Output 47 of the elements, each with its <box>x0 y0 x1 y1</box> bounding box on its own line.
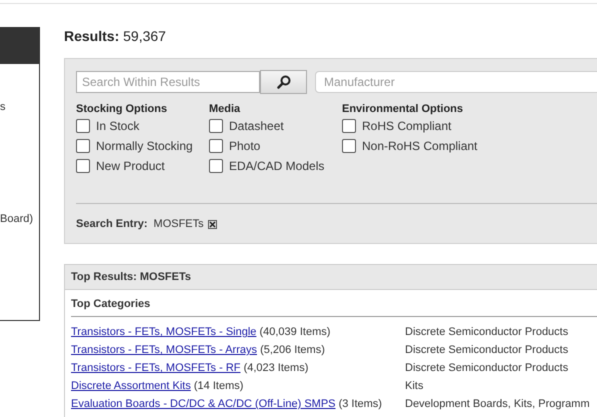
checkbox[interactable] <box>342 139 356 153</box>
checkbox-label[interactable]: Non-RoHS Compliant <box>362 139 478 153</box>
search-button[interactable] <box>260 70 307 94</box>
checkbox[interactable] <box>342 119 356 133</box>
checkbox[interactable] <box>76 139 90 153</box>
top-results-title: Top Results: MOSFETs <box>71 271 191 283</box>
search-icon <box>276 75 290 89</box>
item-count: (40,039 Items) <box>259 326 330 338</box>
category-link[interactable]: Discrete Assortment Kits <box>71 380 191 392</box>
parent-category: Discrete Semiconductor Products <box>405 344 568 356</box>
checkbox-label[interactable]: Normally Stocking <box>96 139 193 153</box>
parent-category: Discrete Semiconductor Products <box>405 326 568 338</box>
checkbox[interactable] <box>209 159 223 173</box>
section-title: Top Categories <box>71 298 150 310</box>
category-link[interactable]: Transistors - FETs, MOSFETs - Arrays <box>71 344 257 356</box>
category-link[interactable]: Evaluation Boards - DC/DC & AC/DC (Off-Line) SMPS <box>71 398 336 410</box>
parent-category: Discrete Semiconductor Products <box>405 362 568 374</box>
checkbox-label[interactable]: Datasheet <box>229 119 284 133</box>
checkbox-label[interactable]: Photo <box>229 139 260 153</box>
results-label: Results: <box>64 28 120 44</box>
checkbox-label[interactable]: RoHS Compliant <box>362 119 452 133</box>
sidebar-text[interactable]: s <box>0 101 39 113</box>
filter-group-title: Stocking Options <box>76 102 168 116</box>
item-count: (3 Items) <box>338 398 382 410</box>
checkbox[interactable] <box>76 159 90 173</box>
checkbox[interactable] <box>76 119 90 133</box>
checkbox-label[interactable]: In Stock <box>96 119 140 133</box>
checkbox[interactable] <box>209 139 223 153</box>
parent-category: Kits <box>405 380 424 392</box>
search-field[interactable]: Search Within Results <box>76 71 260 93</box>
item-count: (5,206 Items) <box>260 344 325 356</box>
checkbox-label[interactable]: EDA/CAD Models <box>229 159 324 173</box>
category-link[interactable]: Transistors - FETs, MOSFETs - RF <box>71 362 240 374</box>
results-count: 59,367 <box>123 28 166 44</box>
checkbox[interactable] <box>209 119 223 133</box>
filter-group-title: Environmental Options <box>342 102 464 116</box>
category-link[interactable]: Transistors - FETs, MOSFETs - Single <box>71 326 256 338</box>
remove-icon[interactable] <box>208 220 217 228</box>
item-count: (14 Items) <box>194 380 244 392</box>
filter-group-title: Media <box>209 102 242 116</box>
checkbox-label[interactable]: New Product <box>96 159 165 173</box>
manufacturer-field[interactable]: Manufacturer <box>315 71 597 93</box>
sidebar-text[interactable]: Board) <box>0 213 39 225</box>
item-count: (4,023 Items) <box>244 362 308 374</box>
parent-category: Development Boards, Kits, Programm <box>405 398 590 410</box>
search-entry-label: Search Entry: <box>76 218 148 230</box>
search-entry-value: MOSFETs <box>154 218 204 230</box>
